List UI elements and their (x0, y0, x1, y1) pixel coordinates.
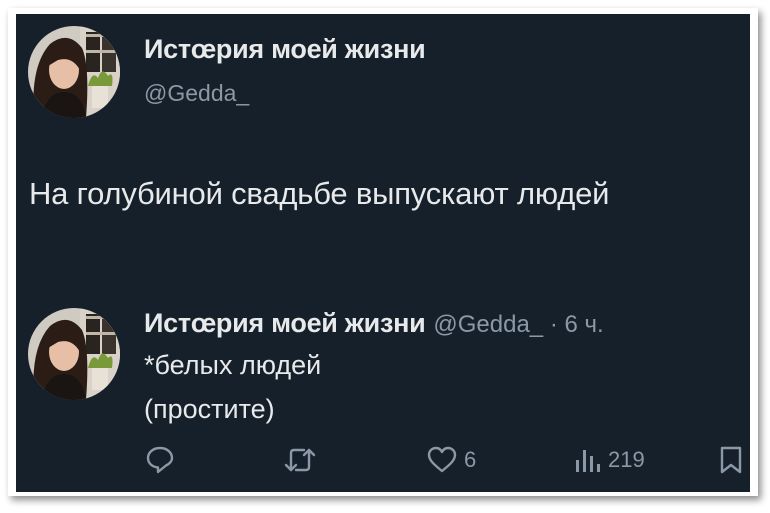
bookmark-icon (718, 444, 744, 476)
like-button[interactable]: 6 (426, 444, 476, 476)
retweet-icon (282, 444, 318, 476)
reply-header: Истœрия моей жизни @Gedda_ · 6 ч. (144, 308, 604, 339)
heart-icon (426, 444, 458, 476)
views-count: 219 (608, 447, 645, 472)
author-name[interactable]: Истœрия моей жизни (144, 34, 426, 65)
reply-button[interactable] (144, 444, 176, 476)
tweet-text: На голубиной свадьбе выпускают людей (29, 176, 610, 211)
reply-author-avatar[interactable] (28, 308, 120, 400)
reply-icon (144, 444, 176, 476)
tweet-card: Истœрия моей жизни @Gedda_ На голубиной … (16, 14, 750, 492)
retweet-button[interactable] (282, 444, 318, 476)
views-button[interactable]: 219 (572, 444, 645, 476)
like-count: 6 (464, 447, 477, 472)
author-handle[interactable]: @Gedda_ (144, 80, 249, 107)
views-icon (572, 444, 602, 476)
reply-meta: @Gedda_ · 6 ч. (433, 311, 604, 338)
action-bar: 6 219 (16, 444, 750, 484)
bookmark-button[interactable] (718, 444, 744, 476)
reply-author-name[interactable]: Истœрия моей жизни (144, 308, 426, 338)
reply-text-line-2: (простите) (144, 394, 275, 424)
reply-text-line-1: *белых людей (144, 350, 322, 380)
author-avatar[interactable] (28, 26, 120, 118)
